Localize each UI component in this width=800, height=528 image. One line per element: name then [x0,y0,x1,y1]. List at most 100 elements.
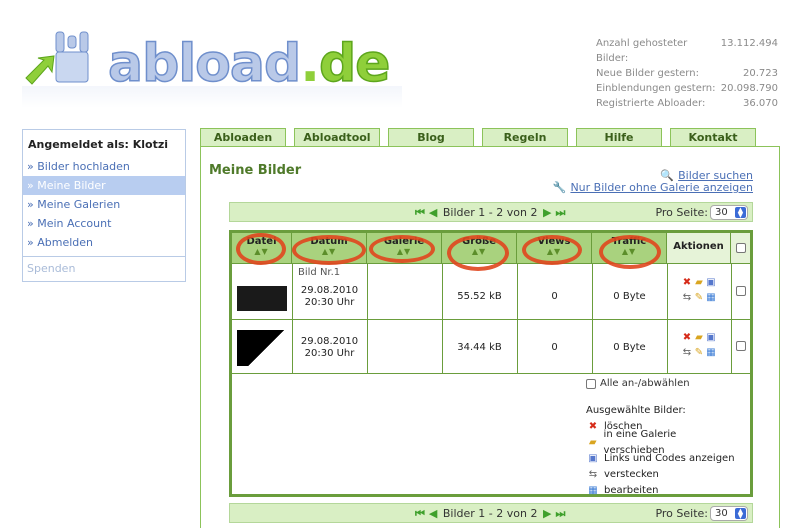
row-actions: ✖ ▰ ▣ ⇆ ✎ ▦ [677,275,721,305]
stat-row: Neue Bilder gestern: 20.723 [596,66,778,81]
image-views: 0 [551,342,558,353]
select-all-header-checkbox[interactable] [736,243,746,253]
sidebar-item-donate[interactable]: Spenden [23,259,185,278]
prev-page-icon[interactable]: ◀ [429,206,437,219]
grid-line [367,263,368,373]
last-page-icon[interactable]: ⏭ [555,206,565,220]
annotation-circle [522,235,582,265]
sidebar-item-my-galleries[interactable]: » Meine Galerien [23,195,185,214]
pager-nav: ⏮ ◀ Bilder 1 - 2 von 2 ▶ ⏭ [413,507,567,521]
per-page-value: 30 [715,508,728,519]
image-thumbnail[interactable] [237,275,287,311]
site-stats: Anzahl gehosteter Bilder: 13.112.494 Neue… [596,36,778,111]
grid-line [667,263,668,373]
wrench-icon: 🔧 [552,181,567,194]
stat-label: Neue Bilder gestern: [596,68,699,79]
image-traffic: 0 Byte [613,291,646,302]
delete-icon[interactable]: ✖ [681,275,693,290]
select-all-row[interactable]: Alle an-/abwählen [586,378,690,389]
bulk-action-label: Links und Codes anzeigen [604,453,735,464]
folder-move-icon[interactable]: ▰ [693,275,705,290]
bulk-action-links[interactable]: ▣ Links und Codes anzeigen [586,451,736,467]
rename-icon[interactable]: ✎ [693,290,705,305]
images-without-gallery-link[interactable]: 🔧 Nur Bilder ohne Galerie anzeigen [553,181,753,194]
per-page-label: Pro Seite: [655,206,708,219]
stat-label: Registrierte Abloader: [596,98,706,109]
bulk-actions: Ausgewählte Bilder: ✖ löschen ▰ in eine Ga… [586,403,736,499]
hide-icon[interactable]: ⇆ [681,345,693,360]
bulk-action-edit[interactable]: ▦ bearbeiten [586,483,736,499]
last-page-icon[interactable]: ⏭ [555,507,565,521]
folder-move-icon: ▰ [588,437,597,448]
next-page-icon[interactable]: ▶ [543,507,551,520]
tab-abloadtool[interactable]: Abloadtool [294,128,380,146]
bulk-action-move[interactable]: ▰ in eine Galerie verschieben [586,429,736,456]
stat-value: 20.098.790 [720,83,778,94]
image-size: 55.52 kB [457,291,502,302]
hide-icon[interactable]: ⇆ [681,290,693,305]
stat-row: Anzahl gehosteter Bilder: 13.112.494 [596,36,778,66]
annotation-circle [292,235,366,265]
links-icon[interactable]: ▣ [705,275,717,290]
bulk-action-hide[interactable]: ⇆ verstecken [586,467,736,483]
tab-regeln[interactable]: Regeln [482,128,568,146]
select-all-label: Alle an-/abwählen [600,378,690,389]
annotation-circle [369,235,435,263]
annotation-circle [236,233,286,265]
delete-icon[interactable]: ✖ [681,330,693,345]
stat-value: 36.070 [743,98,778,109]
stat-label: Einblendungen gestern: [596,83,716,94]
grid-line [232,319,750,320]
image-size: 34.44 kB [457,342,502,353]
bulk-action-label: verstecken [604,469,659,480]
sidebar-item-my-account[interactable]: » Mein Account [23,214,185,233]
prev-page-icon[interactable]: ◀ [429,507,437,520]
images-without-gallery-label: Nur Bilder ohne Galerie anzeigen [570,181,753,194]
tab-hilfe[interactable]: Hilfe [576,128,662,146]
stat-value: 20.723 [743,68,778,79]
tab-blog[interactable]: Blog [388,128,474,146]
row-actions: ✖ ▰ ▣ ⇆ ✎ ▦ [677,330,721,360]
row-checkbox[interactable] [736,341,746,351]
stat-row: Registrierte Abloader: 36.070 [596,96,778,111]
edit-icon[interactable]: ▦ [705,345,717,360]
col-header-label: Aktionen [673,241,724,252]
user-sidebar: Angemeldet als: Klotzi » Bilder hochlade… [22,129,186,282]
sidebar-item-my-images[interactable]: » Meine Bilder [23,176,185,195]
images-table: Datei ▲▼ Datum ▲▼ Galerie ▲▼ Größe ▲▼ Views ▲… [229,230,753,497]
next-page-icon[interactable]: ▶ [543,206,551,219]
hide-icon: ⇆ [588,469,598,480]
edit-icon[interactable]: ▦ [705,290,717,305]
delete-icon: ✖ [588,421,598,432]
annotation-circle [447,235,509,271]
row-checkbox[interactable] [736,286,746,296]
main-panel: Meine Bilder 🔍 Bilder suchen 🔧 Nur Bilder … [200,146,780,528]
sidebar-item-upload[interactable]: » Bilder hochladen [23,157,185,176]
bulk-actions-heading: Ausgewählte Bilder: [586,405,686,416]
tab-kontakt[interactable]: Kontakt [670,128,756,146]
grid-line [517,263,518,373]
tab-abloaden[interactable]: Abloaden [200,128,286,146]
abload-logo[interactable]: abload.de [22,28,402,108]
edit-icon: ▦ [588,485,598,496]
first-page-icon[interactable]: ⏮ [415,507,425,521]
first-page-icon[interactable]: ⏮ [415,206,425,220]
per-page-select[interactable]: 30 ▲ ▼ [710,506,748,521]
rename-icon[interactable]: ✎ [693,345,705,360]
logged-in-as: Angemeldet als: Klotzi [28,138,169,151]
sidebar-item-logout[interactable]: » Abmelden [23,233,185,252]
links-icon[interactable]: ▣ [705,330,717,345]
sidebar-divider [23,256,185,257]
arrow-logo-icon [25,31,89,85]
image-thumbnail[interactable] [237,330,287,366]
image-date: 29.08.2010 [300,285,359,296]
per-page-select[interactable]: 30 ▲ ▼ [710,205,748,220]
pager-bottom: ⏮ ◀ Bilder 1 - 2 von 2 ▶ ⏭ Pro Seite: 30 ▲… [229,503,753,523]
select-all-checkbox[interactable] [586,378,596,389]
image-time: 20:30 Uhr [304,297,355,308]
image-traffic: 0 Byte [613,342,646,353]
image-time: 20:30 Uhr [304,348,355,359]
logo-dot-text: . [300,34,320,94]
folder-move-icon[interactable]: ▰ [693,330,705,345]
grid-line [232,373,750,374]
